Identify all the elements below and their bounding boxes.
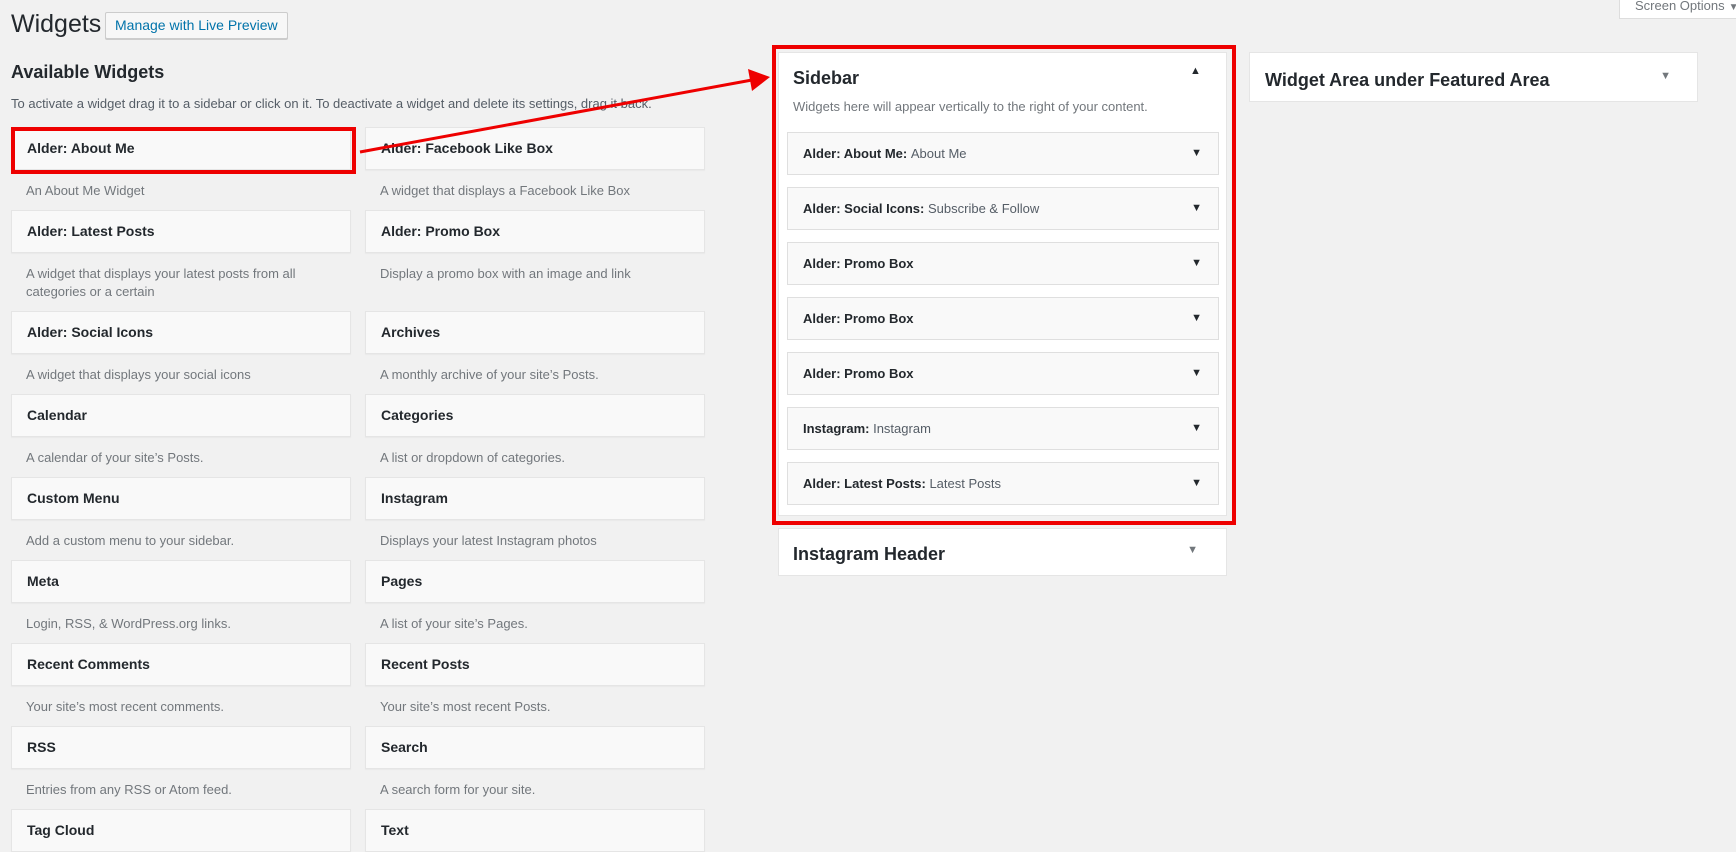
annotation-arrow-line <box>359 78 753 154</box>
annotation-arrow-head <box>748 69 770 91</box>
annotation-arrow <box>359 69 770 154</box>
